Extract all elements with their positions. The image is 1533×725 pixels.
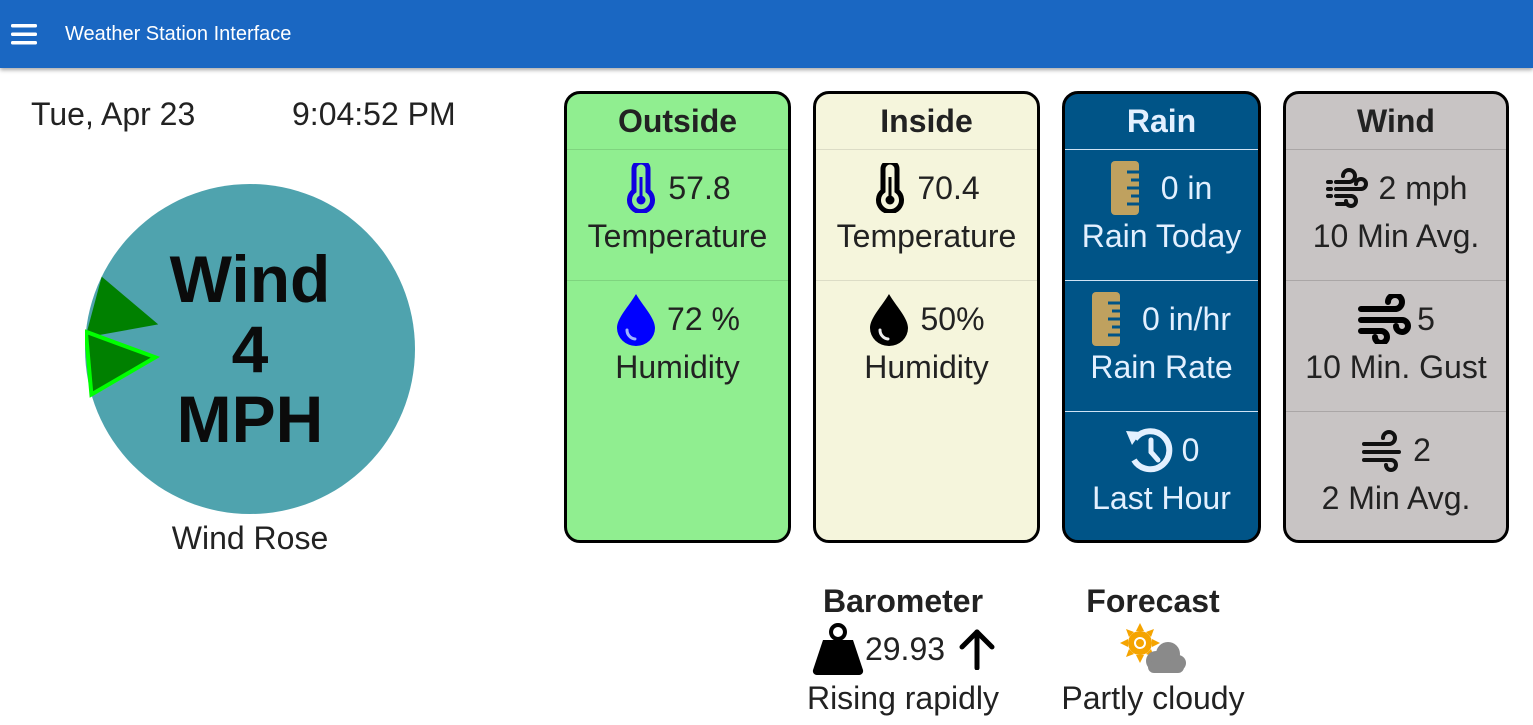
rain-rate-label: Rain Rate: [1090, 349, 1233, 385]
wind-10min-avg-label: 10 Min Avg.: [1312, 218, 1480, 254]
wind-10min-avg: 2 mph 10 Min Avg.: [1286, 149, 1506, 280]
outside-temperature: 57.8 Temperature: [567, 149, 788, 280]
water-drop-icon: [868, 292, 910, 346]
barometer-value: 29.93: [864, 630, 946, 667]
outside-temperature-value: 57.8: [668, 169, 731, 206]
wind-rose-label: Wind Rose: [171, 520, 329, 556]
forecast-panel: Forecast Partly cloudy: [1040, 583, 1266, 717]
forecast-title: Forecast: [1086, 583, 1220, 619]
inside-temperature-label: Temperature: [836, 218, 1017, 254]
wind-2min-avg-value: 2: [1413, 431, 1431, 468]
wind-10min-gust-value: 5: [1417, 300, 1435, 337]
wind-card: Wind 2 mph 10 Min Avg. 5 10 Min. Gust 2 …: [1283, 91, 1509, 543]
wind-2min-avg-label: 2 Min Avg.: [1321, 480, 1471, 516]
current-time: 9:04:52 PM: [292, 96, 456, 132]
card-title: Outside: [617, 103, 738, 139]
wind-speed-title: Wind: [169, 242, 331, 316]
inside-humidity-value: 50%: [920, 300, 985, 337]
wind-speed-value: 4: [231, 312, 269, 386]
history-icon: [1124, 423, 1178, 477]
wind-10min-avg-value: 2 mph: [1378, 169, 1468, 206]
rain-rate: 0 in/hr Rain Rate: [1065, 280, 1258, 411]
wind-strong-icon: [1357, 294, 1413, 344]
wind-icon: [1361, 428, 1407, 472]
menu-button[interactable]: [4, 14, 44, 54]
card-title: Wind: [1357, 103, 1435, 139]
rain-last-hour-label: Last Hour: [1092, 480, 1231, 516]
rain-rate-value: 0 in/hr: [1142, 300, 1231, 337]
rain-today-value: 0 in: [1160, 169, 1213, 206]
rain-last-hour-value: 0: [1181, 431, 1200, 468]
inside-temperature-value: 70.4: [917, 169, 980, 206]
app-title: Weather Station Interface: [65, 22, 292, 45]
wind-10min-gust: 5 10 Min. Gust: [1286, 280, 1506, 411]
weight-icon: [811, 622, 865, 676]
rain-today-label: Rain Today: [1081, 218, 1242, 254]
thermometer-icon: [624, 163, 658, 213]
barometer-panel: Barometer 29.93 Rising rapidly: [790, 583, 1016, 717]
outside-humidity-value: 72 %: [667, 300, 740, 337]
wind-10min-gust-label: 10 Min. Gust: [1305, 349, 1487, 385]
app-bar: Weather Station Interface: [0, 0, 1533, 68]
inside-temperature: 70.4 Temperature: [816, 149, 1037, 280]
wind-speed-unit: MPH: [176, 382, 324, 456]
inside-humidity: 50% Humidity: [816, 280, 1037, 411]
rain-card: Rain 0 in Rain Today 0 in/hr Rain Rate 0…: [1062, 91, 1261, 543]
outside-temperature-label: Temperature: [587, 218, 768, 254]
wind-2min-avg: 2 2 Min Avg.: [1286, 411, 1506, 540]
barometer-trend: Rising rapidly: [806, 680, 1000, 716]
rain-gauge-icon: [1092, 292, 1121, 346]
forecast-text: Partly cloudy: [1061, 680, 1245, 716]
wind-dashed-icon: [1325, 166, 1369, 210]
rain-today: 0 in Rain Today: [1065, 149, 1258, 280]
current-date: Tue, Apr 23: [31, 96, 196, 132]
rain-gauge-icon: [1110, 161, 1139, 215]
hamburger-menu-icon: [11, 24, 37, 45]
outside-humidity: 72 % Humidity: [567, 280, 788, 411]
outside-card: Outside 57.8 Temperature 72 % Humidity: [564, 91, 791, 543]
arrow-up-icon: [959, 628, 995, 670]
inside-card: Inside 70.4 Temperature 50% Humidity: [813, 91, 1040, 543]
card-title: Inside: [880, 103, 973, 139]
card-title: Rain: [1126, 103, 1197, 139]
inside-humidity-label: Humidity: [864, 349, 989, 385]
partly-cloudy-icon: [1118, 621, 1188, 677]
wind-speed-display: Wind 4 MPH: [85, 184, 415, 514]
rain-last-hour: 0 Last Hour: [1065, 411, 1258, 540]
outside-humidity-label: Humidity: [615, 349, 740, 385]
barometer-title: Barometer: [822, 583, 984, 619]
water-drop-icon: [615, 292, 657, 346]
wind-rose: Wind 4 MPH: [85, 184, 415, 514]
thermometer-icon: [873, 163, 907, 213]
